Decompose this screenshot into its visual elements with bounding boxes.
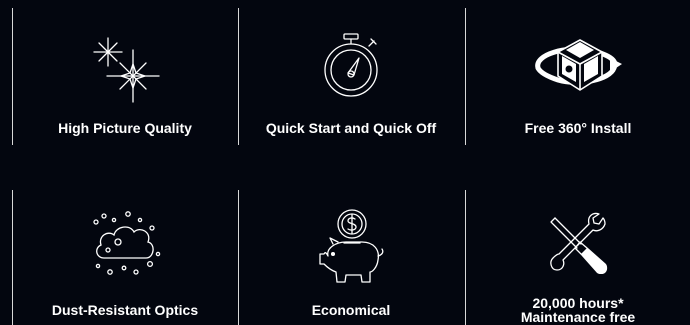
rotating-projector-icon [528,30,628,102]
feature-label: Quick Start and Quick Off [265,120,437,136]
dust-cloud-icon [88,208,162,280]
feature-label: Dust-Resistant Optics [51,302,199,318]
feature-maintenance-free: 20,000 hours* Maintenance free [465,190,690,325]
feature-quick-start: Quick Start and Quick Off [238,0,464,150]
feature-dust-resistant-optics: Dust-Resistant Optics [12,190,238,325]
stopwatch-icon [319,32,383,98]
feature-economical: Economical [238,190,464,325]
feature-label: Economical [311,302,391,318]
tools-icon [547,212,609,274]
feature-free-360-install: Free 360° Install [465,0,690,150]
feature-label-line1: 20,000 hours* [532,295,624,311]
feature-label: 20,000 hours* Maintenance free [465,296,690,324]
piggy-bank-icon [316,208,386,284]
feature-label: High Picture Quality [58,120,192,136]
feature-high-picture-quality: High Picture Quality [12,0,238,150]
feature-label-line2: Maintenance free [520,309,636,325]
feature-label: Free 360° Install [524,120,632,136]
sparkle-icon [85,36,165,106]
